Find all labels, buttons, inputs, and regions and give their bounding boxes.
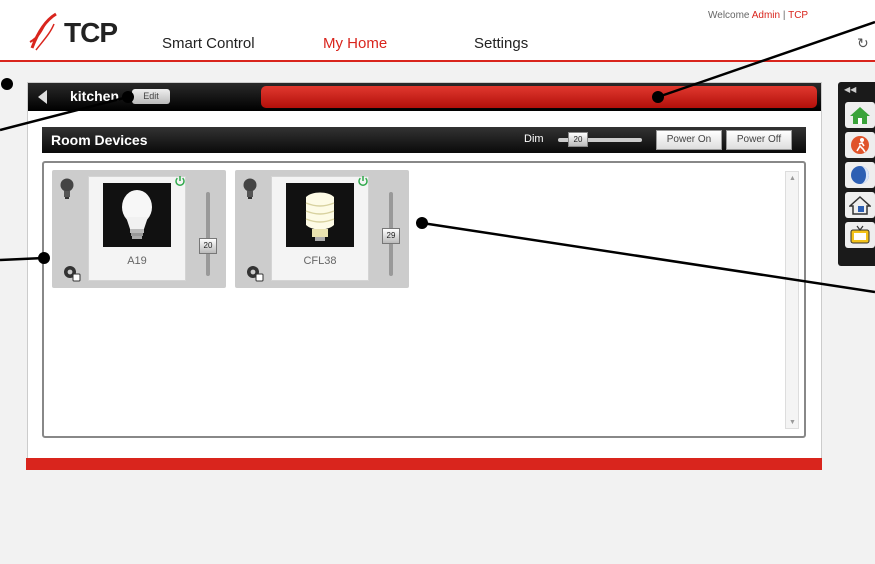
tv-icon xyxy=(850,225,870,244)
device-name: CFL38 xyxy=(303,255,337,267)
dock-tv-button[interactable] xyxy=(845,222,875,248)
room-devices-title: Room Devices xyxy=(51,132,148,148)
away-icon xyxy=(851,136,869,154)
welcome-separator: | xyxy=(782,10,786,21)
edit-room-button[interactable]: Edit xyxy=(132,89,170,104)
dim-label: Dim xyxy=(524,133,544,145)
gear-icon[interactable] xyxy=(245,263,265,283)
welcome-user-link[interactable]: Admin xyxy=(752,10,780,21)
room-status-bar xyxy=(261,86,817,108)
tcp-logo[interactable]: TCP xyxy=(28,12,128,52)
welcome-text: Welcome Admin | TCP xyxy=(708,10,808,21)
dim-slider-handle[interactable]: 20 xyxy=(568,132,588,147)
brightness-slider-handle[interactable]: 20 xyxy=(199,238,217,254)
brightness-slider-handle[interactable]: 29 xyxy=(382,228,400,244)
brightness-slider-track[interactable] xyxy=(206,192,210,276)
room-title-bar: kitchen Edit xyxy=(28,83,821,111)
device-card[interactable]: CFL38 29 xyxy=(235,170,409,288)
scroll-down-icon[interactable]: ▼ xyxy=(789,419,796,426)
room-name: kitchen xyxy=(70,88,120,104)
logo-text: TCP xyxy=(64,17,118,48)
cfl38-bulb-image xyxy=(286,183,354,247)
room-devices-header: Room Devices Dim 20 Power On Power Off xyxy=(42,127,806,153)
home-icon xyxy=(850,107,870,124)
device-card[interactable]: A19 20 xyxy=(52,170,226,288)
dock-away-button[interactable] xyxy=(845,132,875,158)
a19-bulb-image xyxy=(103,183,171,247)
device-photo-frame[interactable]: CFL38 xyxy=(271,176,369,281)
nav-my-home[interactable]: My Home xyxy=(323,35,387,52)
device-list: ▲ ▼ A19 20 CFL38 29 xyxy=(42,161,806,438)
house-lock-icon xyxy=(849,195,871,215)
gear-icon[interactable] xyxy=(62,263,82,283)
night-icon xyxy=(851,166,869,184)
power-on-button[interactable]: Power On xyxy=(656,130,722,150)
nav-settings[interactable]: Settings xyxy=(474,35,528,52)
bulb-icon xyxy=(60,178,74,199)
app-header: TCP Smart Control My Home Settings Welco… xyxy=(0,0,875,62)
device-name: A19 xyxy=(127,255,147,267)
room-panel: kitchen Edit Room Devices Dim 20 Power O… xyxy=(27,82,822,470)
nav-smart-control[interactable]: Smart Control xyxy=(162,35,255,52)
power-off-button[interactable]: Power Off xyxy=(726,130,792,150)
quick-scenes-dock: ◀◀ xyxy=(838,82,875,266)
power-icon[interactable] xyxy=(357,175,369,187)
dock-night-button[interactable] xyxy=(845,162,875,188)
tcp-logo-icon xyxy=(29,12,57,51)
welcome-brand-link[interactable]: TCP xyxy=(788,10,808,21)
panel-bottom-bar xyxy=(26,458,822,470)
scroll-up-icon[interactable]: ▲ xyxy=(789,175,796,182)
welcome-prefix: Welcome xyxy=(708,10,750,21)
power-icon[interactable] xyxy=(174,175,186,187)
device-photo-frame[interactable]: A19 xyxy=(88,176,186,281)
collapse-dock-icon[interactable]: ◀◀ xyxy=(844,85,856,94)
dock-house-lock-button[interactable] xyxy=(845,192,875,218)
device-list-scrollbar[interactable]: ▲ ▼ xyxy=(785,171,799,429)
back-arrow-icon[interactable] xyxy=(38,90,47,104)
refresh-icon[interactable]: ↻ xyxy=(857,35,869,52)
bulb-icon xyxy=(243,178,257,199)
dock-home-button[interactable] xyxy=(845,102,875,128)
